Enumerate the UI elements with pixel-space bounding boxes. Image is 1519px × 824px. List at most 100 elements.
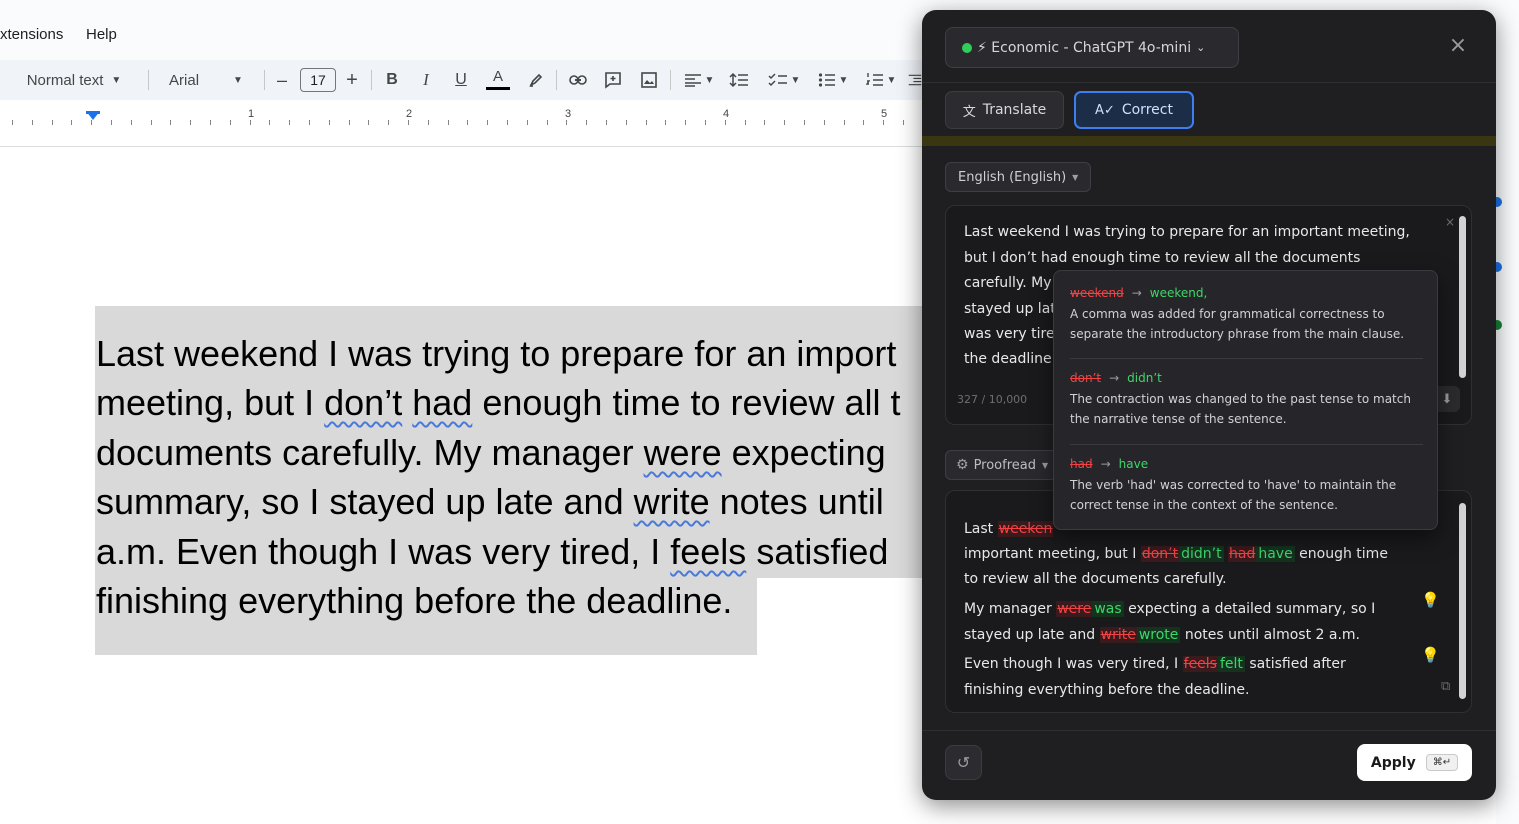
ruler-tick xyxy=(586,120,587,125)
misspelled-word[interactable]: were xyxy=(644,432,722,473)
comment-icon[interactable] xyxy=(601,60,625,100)
character-counter: 327 / 10,000 xyxy=(957,393,1028,406)
suggestion-header: weekend → weekend, xyxy=(1070,286,1425,300)
line-spacing-icon[interactable] xyxy=(727,60,751,100)
document-line: Last weekend I was trying to prepare for… xyxy=(96,334,896,374)
highlight-pen-icon[interactable] xyxy=(524,60,548,100)
clear-input-icon[interactable]: × xyxy=(1445,215,1455,229)
translate-label: Translate xyxy=(982,102,1047,118)
underline-button[interactable]: U xyxy=(450,60,472,100)
bold-button[interactable]: B xyxy=(381,60,403,100)
ruler-tick xyxy=(349,120,350,125)
ruler-tick xyxy=(646,120,647,125)
ruler-tick xyxy=(487,120,488,125)
document-text xyxy=(402,382,412,423)
ruler-tick xyxy=(52,120,53,125)
document-text: a.m. Even though I was very tired, I xyxy=(96,531,671,572)
inserted-text[interactable]: felt xyxy=(1217,656,1245,672)
bulleted-list-dropdown[interactable]: ▼ xyxy=(812,60,854,100)
arrow-right-icon: → xyxy=(1109,371,1120,385)
ruler-tick xyxy=(665,120,666,125)
ruler-tick xyxy=(507,120,508,125)
inserted-text[interactable]: have xyxy=(1256,546,1295,562)
mode-indicator-bar xyxy=(922,136,1496,146)
inserted-text[interactable]: didn’t xyxy=(1179,546,1224,562)
font-family-dropdown[interactable]: Arial ▼ xyxy=(158,60,254,100)
misspelled-word[interactable]: write xyxy=(634,481,710,522)
source-text-line: but I don’t had enough time to review al… xyxy=(964,250,1361,266)
keyboard-shortcut-badge: ⌘↵ xyxy=(1425,754,1459,771)
paragraph-style-dropdown[interactable]: Normal text ▼ xyxy=(10,60,138,100)
document-text: enough time to review all t xyxy=(472,382,901,423)
misspelled-word[interactable]: had xyxy=(412,382,472,423)
deleted-text[interactable]: don’t xyxy=(1140,546,1180,562)
output-text: Last xyxy=(964,521,998,537)
ruler-tick xyxy=(111,120,112,125)
chevron-down-icon: ⌄ xyxy=(1196,41,1206,54)
misspelled-word[interactable]: feels xyxy=(670,531,746,572)
copy-icon[interactable]: ⧉ xyxy=(1441,679,1450,694)
font-size-value: 17 xyxy=(300,68,336,92)
ruler-tick xyxy=(863,120,864,125)
document-text: notes until xyxy=(709,481,884,522)
inserted-text[interactable]: wrote xyxy=(1136,627,1181,643)
ruler-tick xyxy=(467,120,468,125)
text-color-label: A xyxy=(492,68,503,85)
suggestion-old-text: weekend xyxy=(1070,286,1124,300)
close-icon[interactable]: × xyxy=(1448,35,1468,57)
ruler-tick xyxy=(745,120,746,125)
ruler-tick xyxy=(250,120,251,125)
translate-mode-button[interactable]: 文 Translate xyxy=(945,91,1064,129)
misspelled-word[interactable]: don’t xyxy=(324,382,402,423)
proofread-mode-selector[interactable]: ⚙ Proofread ▼ xyxy=(945,450,1060,480)
menu-extensions[interactable]: xtensions xyxy=(0,26,63,43)
decrease-font-size-button[interactable]: – xyxy=(271,60,293,100)
model-selector[interactable]: ⚡ Economic - ChatGPT 4o-mini ⌄ xyxy=(945,27,1239,68)
apply-button[interactable]: Apply ⌘↵ xyxy=(1357,744,1472,781)
lightbulb-icon[interactable]: 💡 xyxy=(1421,591,1440,609)
italic-button[interactable]: I xyxy=(415,60,437,100)
undo-icon[interactable]: ↺ xyxy=(945,745,982,780)
font-size-field[interactable]: 17 xyxy=(299,60,337,100)
indent-icon[interactable] xyxy=(908,60,922,100)
deleted-text[interactable]: feels xyxy=(1182,656,1218,672)
output-text: My manager xyxy=(964,601,1057,617)
deleted-text[interactable]: write xyxy=(1099,627,1137,643)
ruler-tick xyxy=(844,120,845,125)
chevron-down-icon: ▼ xyxy=(233,74,243,86)
checklist-dropdown[interactable]: ▼ xyxy=(763,60,805,100)
suggestion-item[interactable]: don’t → didn’t The contraction was changed… xyxy=(1070,371,1425,429)
correct-label: Correct xyxy=(1121,102,1173,118)
corrected-text-line: Even though I was very tired, I feels fel… xyxy=(964,656,1346,672)
image-icon[interactable] xyxy=(637,60,661,100)
input-scrollbar[interactable] xyxy=(1459,216,1466,378)
deleted-text[interactable]: had xyxy=(1228,546,1257,562)
output-text: satisfied after xyxy=(1244,656,1346,672)
output-scrollbar[interactable] xyxy=(1459,503,1466,699)
inserted-text[interactable]: was xyxy=(1092,601,1124,617)
document-line: finishing everything before the deadline… xyxy=(96,581,732,621)
checklist-icon xyxy=(768,73,787,87)
ruler-number: 3 xyxy=(565,108,572,120)
language-selector[interactable]: English (English) ▼ xyxy=(945,162,1092,192)
correct-mode-button[interactable]: A✓ Correct xyxy=(1074,91,1194,129)
chevron-down-icon: ▼ xyxy=(1072,172,1079,182)
ruler-tick xyxy=(151,120,152,125)
deleted-text[interactable]: weeken xyxy=(997,521,1054,537)
align-dropdown[interactable]: ▼ xyxy=(679,60,719,100)
increase-font-size-button[interactable]: + xyxy=(341,60,363,100)
link-icon[interactable] xyxy=(566,60,590,100)
deleted-text[interactable]: were xyxy=(1056,601,1093,617)
lightbulb-icon[interactable]: 💡 xyxy=(1421,646,1440,664)
numbered-list-dropdown[interactable]: ▼ xyxy=(860,60,902,100)
ruler-tick xyxy=(131,120,132,125)
suggestion-item[interactable]: had → have The verb 'had' was corrected to… xyxy=(1070,457,1425,515)
menu-help[interactable]: Help xyxy=(86,26,117,43)
output-text: enough time xyxy=(1294,546,1388,562)
first-line-indent-marker[interactable] xyxy=(86,111,100,114)
suggestion-explanation: A comma was added for grammatical correc… xyxy=(1070,307,1405,341)
ruler-tick xyxy=(388,120,389,125)
suggestion-item[interactable]: weekend → weekend, A comma was added for g… xyxy=(1070,286,1425,344)
text-color-button[interactable]: A xyxy=(485,60,511,100)
suggestion-divider xyxy=(1070,358,1423,359)
